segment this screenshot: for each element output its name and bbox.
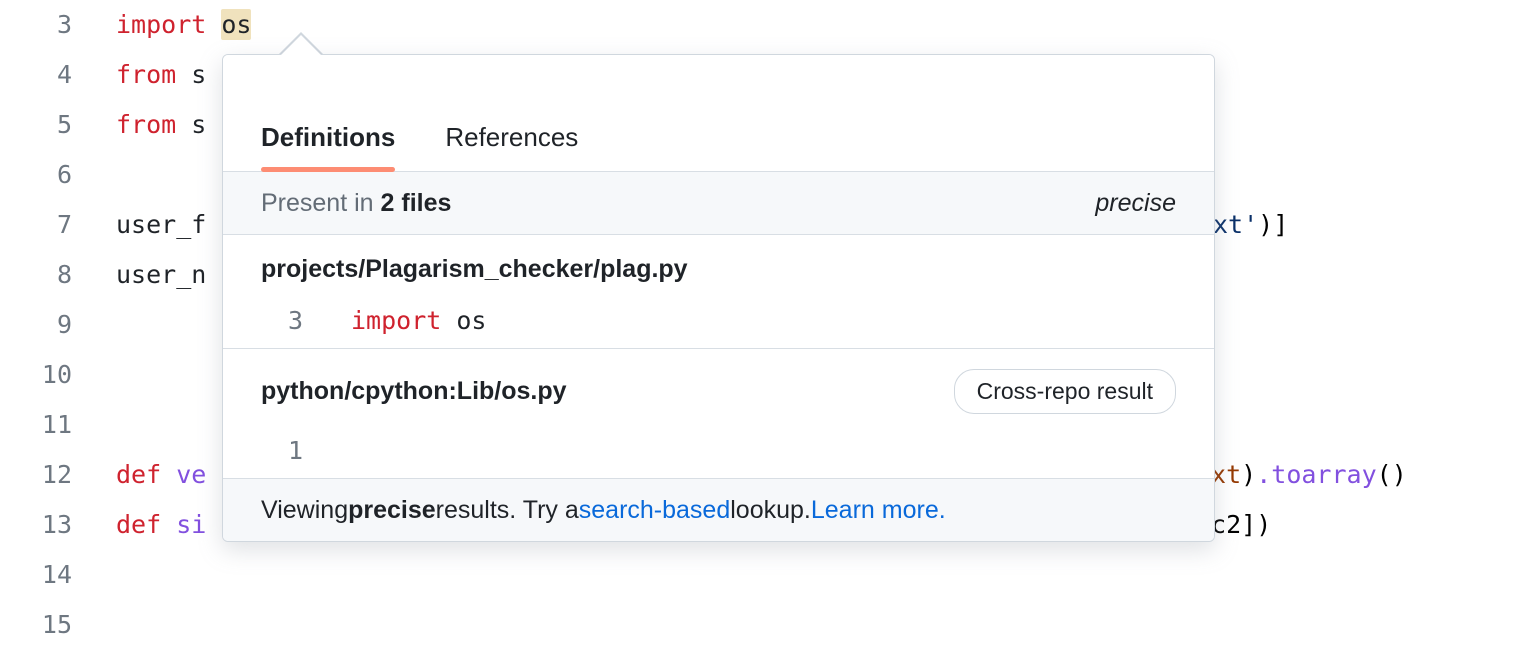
line-number: 13	[0, 500, 72, 550]
footer-text-part2: results. Try a	[436, 496, 579, 525]
line-number: 7	[0, 200, 72, 250]
result-code-line[interactable]: 3 import os	[223, 292, 1214, 348]
line-content: import os	[72, 0, 251, 50]
code-token: ()	[1377, 460, 1407, 489]
footer-text-part3: lookup.	[730, 496, 811, 525]
code-token: )]	[1258, 210, 1288, 239]
line-number: 6	[0, 150, 72, 200]
result-header: python/cpython:Lib/os.py Cross-repo resu…	[223, 349, 1214, 422]
tab-references[interactable]: References	[445, 122, 578, 171]
result-line-number: 1	[261, 436, 303, 465]
result-code-text: import os	[303, 306, 486, 335]
line-content-tail: ext).toarray()	[1196, 450, 1407, 500]
line-number: 5	[0, 100, 72, 150]
code-line: 3import os	[0, 0, 1528, 50]
popup-footer: Viewing precise results. Try a search-ba…	[223, 479, 1214, 541]
code-token: s	[191, 110, 206, 139]
line-number: 15	[0, 600, 72, 650]
footer-precise-word: precise	[348, 496, 436, 525]
result-file-path[interactable]: python/cpython:Lib/os.py	[261, 377, 567, 406]
line-content: from s	[72, 100, 206, 150]
code-token: def	[116, 510, 176, 539]
code-navigation-popup: Definitions References Present in 2 file…	[222, 54, 1215, 542]
line-number: 8	[0, 250, 72, 300]
code-token: from	[116, 60, 191, 89]
learn-more-link[interactable]: Learn more.	[811, 496, 946, 525]
code-token: .toarray	[1256, 460, 1376, 489]
code-token: s	[191, 60, 206, 89]
footer-text-part1: Viewing	[261, 496, 348, 525]
present-in-prefix: Present in	[261, 189, 381, 217]
line-number: 9	[0, 300, 72, 350]
code-token: si	[176, 510, 206, 539]
cross-repo-badge: Cross-repo result	[954, 369, 1176, 414]
result-group: projects/Plagarism_checker/plag.py 3 imp…	[223, 235, 1214, 349]
line-content: user_n	[72, 250, 206, 300]
code-token: def	[116, 460, 176, 489]
tab-definitions[interactable]: Definitions	[261, 122, 395, 171]
line-content: def si	[72, 500, 206, 550]
line-number: 14	[0, 550, 72, 600]
search-based-link[interactable]: search-based	[579, 496, 730, 525]
code-line: 14	[0, 550, 1528, 600]
results-summary: Present in 2 files precise	[223, 172, 1214, 235]
line-number: 11	[0, 400, 72, 450]
code-token: xt'	[1213, 210, 1258, 239]
precision-label: precise	[1095, 189, 1176, 218]
highlighted-token[interactable]: os	[221, 9, 251, 40]
line-content: from s	[72, 50, 206, 100]
code-token: )	[1241, 460, 1256, 489]
code-token: user_f	[116, 210, 206, 239]
line-content: user_f	[72, 200, 206, 250]
line-number: 3	[0, 0, 72, 50]
line-content-tail: xt')]	[1213, 200, 1288, 250]
present-in-count: 2 files	[381, 189, 452, 217]
code-token: import	[116, 10, 221, 39]
line-content: def ve	[72, 450, 206, 500]
line-number: 4	[0, 50, 72, 100]
result-file-path[interactable]: projects/Plagarism_checker/plag.py	[261, 255, 688, 284]
code-token: user_n	[116, 260, 206, 289]
result-group: python/cpython:Lib/os.py Cross-repo resu…	[223, 349, 1214, 479]
popup-caret	[280, 35, 322, 56]
code-token: ve	[176, 460, 206, 489]
line-number: 10	[0, 350, 72, 400]
popup-tablist: Definitions References	[223, 55, 1214, 172]
result-header: projects/Plagarism_checker/plag.py	[223, 235, 1214, 292]
result-code-line[interactable]: 1	[223, 422, 1214, 478]
result-line-number: 3	[261, 306, 303, 335]
line-number: 12	[0, 450, 72, 500]
present-in-files-text: Present in 2 files	[261, 189, 451, 218]
code-token: from	[116, 110, 191, 139]
code-line: 15	[0, 600, 1528, 650]
